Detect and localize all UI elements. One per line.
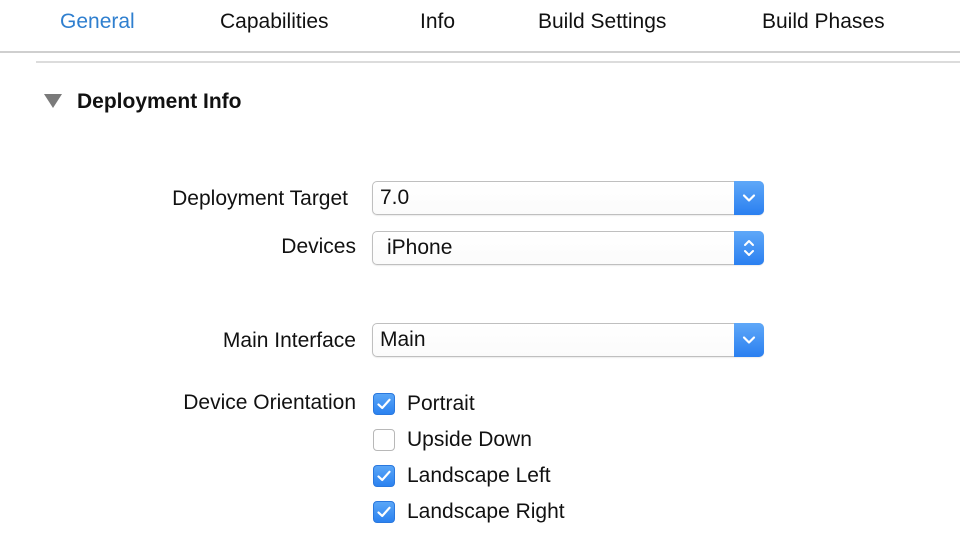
device-orientation-label: Device Orientation — [183, 391, 356, 414]
deployment-target-combobox[interactable]: 7.0 — [372, 181, 764, 215]
chevron-down-icon[interactable] — [734, 181, 764, 215]
main-interface-combobox[interactable]: Main — [372, 323, 764, 357]
orientation-landscape-left-row[interactable]: Landscape Left — [373, 463, 551, 489]
tab-bar-divider — [0, 51, 960, 53]
deployment-target-value[interactable]: 7.0 — [380, 186, 409, 210]
orientation-landscape-right-row[interactable]: Landscape Right — [373, 499, 565, 525]
section-title: Deployment Info — [77, 90, 242, 113]
tab-info[interactable]: Info — [420, 10, 455, 34]
up-down-chevron-icon — [734, 231, 764, 265]
disclosure-triangle-icon[interactable] — [44, 94, 62, 108]
orientation-portrait-row[interactable]: Portrait — [373, 391, 475, 417]
section-divider — [36, 61, 960, 63]
landscape-left-checkbox[interactable] — [373, 465, 395, 487]
tab-capabilities[interactable]: Capabilities — [220, 10, 329, 34]
upside-down-label[interactable]: Upside Down — [407, 428, 532, 452]
deployment-target-label: Deployment Target — [172, 187, 348, 210]
devices-value: iPhone — [387, 236, 453, 259]
tab-build-phases[interactable]: Build Phases — [762, 10, 885, 34]
checkmark-icon — [377, 470, 391, 482]
main-interface-label: Main Interface — [222, 329, 356, 352]
tab-build-settings[interactable]: Build Settings — [538, 10, 666, 34]
checkmark-icon — [377, 506, 391, 518]
orientation-upside-down-row[interactable]: Upside Down — [373, 427, 532, 453]
devices-popup[interactable]: iPhone — [372, 231, 764, 265]
portrait-checkbox[interactable] — [373, 393, 395, 415]
portrait-label[interactable]: Portrait — [407, 392, 475, 416]
checkmark-icon — [377, 398, 391, 410]
devices-label: Devices — [281, 235, 356, 258]
tab-general[interactable]: General — [60, 10, 135, 34]
landscape-right-checkbox[interactable] — [373, 501, 395, 523]
upside-down-checkbox[interactable] — [373, 429, 395, 451]
landscape-left-label[interactable]: Landscape Left — [407, 464, 551, 488]
chevron-down-icon[interactable] — [734, 323, 764, 357]
tab-bar: General Capabilities Info Build Settings… — [0, 0, 960, 53]
landscape-right-label[interactable]: Landscape Right — [407, 500, 565, 524]
main-interface-value[interactable]: Main — [380, 328, 426, 352]
